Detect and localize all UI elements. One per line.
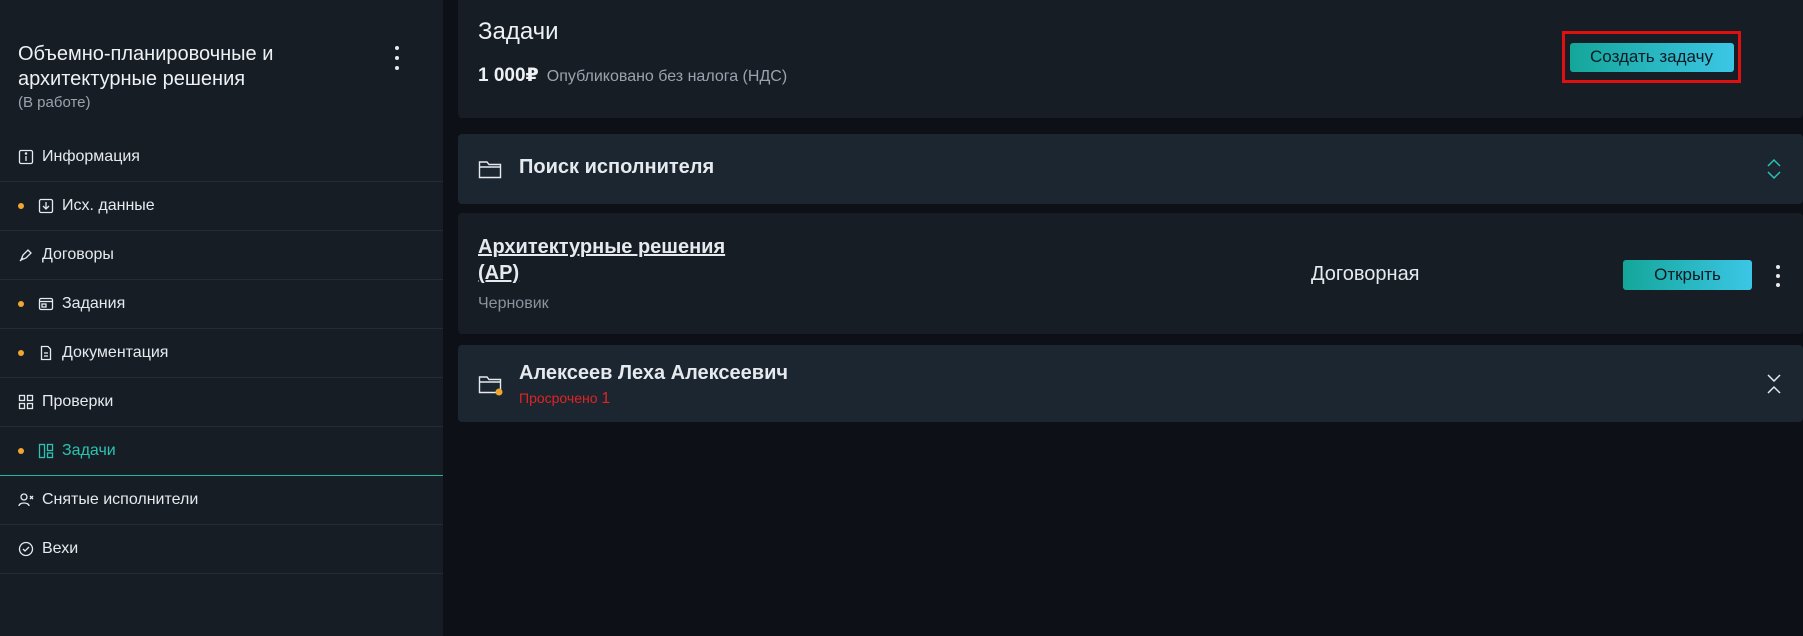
sidebar-item-label: Задания [62, 295, 126, 312]
sidebar-item-label: Снятые исполнители [42, 491, 199, 508]
tasks-header-panel: Задачи 1 000₽ Опубликовано без налога (Н… [458, 0, 1803, 118]
sidebar-item-label: Договоры [42, 246, 114, 263]
download-icon [38, 198, 54, 214]
price-row: 1 000₽ Опубликовано без налога (НДС) [478, 64, 787, 87]
sidebar-item-info[interactable]: Информация [0, 133, 443, 182]
task-title-link[interactable]: Архитектурные решения (АР) [478, 234, 758, 286]
overdue-label: Просрочено [519, 390, 598, 406]
status-dot [18, 448, 24, 454]
layout-icon [38, 443, 54, 459]
sidebar-item-removed-executors[interactable]: Снятые исполнители [0, 476, 443, 525]
sidebar-item-documentation[interactable]: Документация [0, 329, 443, 378]
window-icon [38, 296, 54, 312]
status-dot [18, 203, 24, 209]
sidebar-item-tasks[interactable]: Задачи [0, 427, 443, 476]
open-task-button[interactable]: Открыть [1623, 260, 1752, 290]
section-title: Поиск исполнителя [519, 156, 715, 178]
create-task-button[interactable]: Создать задачу [1569, 42, 1734, 72]
sidebar-nav: Информация Исх. данные Договоры Задания [0, 133, 443, 574]
expand-collapse-icon[interactable] [1765, 158, 1783, 180]
status-dot [18, 350, 24, 356]
project-status: (В работе) [18, 94, 91, 111]
project-title: Объемно-планировочные и архитектурные ре… [18, 43, 274, 90]
document-icon [38, 345, 54, 361]
collapse-icon[interactable] [1765, 373, 1783, 395]
sidebar-item-label: Вехи [42, 540, 79, 557]
highlight-box: Создать задачу [1562, 31, 1741, 83]
sidebar-item-milestones[interactable]: Вехи [0, 525, 443, 574]
pen-icon [18, 247, 34, 263]
user-remove-icon [18, 492, 34, 508]
task-menu-icon[interactable] [1771, 265, 1785, 287]
status-dot [18, 301, 24, 307]
sidebar-item-checks[interactable]: Проверки [0, 378, 443, 427]
sidebar-item-label: Исх. данные [62, 197, 155, 214]
total-price: 1 000₽ [478, 65, 539, 86]
sidebar-item-label: Задачи [62, 442, 116, 459]
sidebar: Объемно-планировочные и архитектурные ре… [0, 0, 443, 636]
sidebar-item-contracts[interactable]: Договоры [0, 231, 443, 280]
price-note: Опубликовано без налога (НДС) [546, 68, 788, 85]
executor-section[interactable]: Алексеев Леха Алексеевич Просрочено 1 [458, 345, 1803, 422]
folder-icon [478, 373, 503, 396]
page-title: Задачи [478, 18, 559, 45]
sidebar-item-label: Информация [42, 148, 140, 165]
overdue-count: 1 [601, 390, 611, 407]
grid-icon [18, 394, 34, 410]
executor-name: Алексеев Леха Алексеевич [519, 362, 788, 384]
executor-search-section[interactable]: Поиск исполнителя [458, 134, 1803, 204]
sidebar-item-label: Документация [62, 344, 169, 361]
task-price: Договорная [1311, 263, 1420, 285]
project-menu-icon[interactable] [390, 46, 404, 70]
task-card: Архитектурные решения (АР) Черновик Дого… [458, 213, 1803, 334]
sidebar-item-source-data[interactable]: Исх. данные [0, 182, 443, 231]
folder-icon [478, 158, 502, 180]
check-circle-icon [18, 541, 34, 557]
project-header: Объемно-планировочные и архитектурные ре… [18, 42, 418, 111]
sidebar-item-assignments[interactable]: Задания [0, 280, 443, 329]
task-status: Черновик [478, 295, 549, 312]
info-icon [18, 149, 34, 165]
sidebar-item-label: Проверки [42, 393, 114, 410]
overdue-status: Просрочено 1 [519, 390, 610, 408]
